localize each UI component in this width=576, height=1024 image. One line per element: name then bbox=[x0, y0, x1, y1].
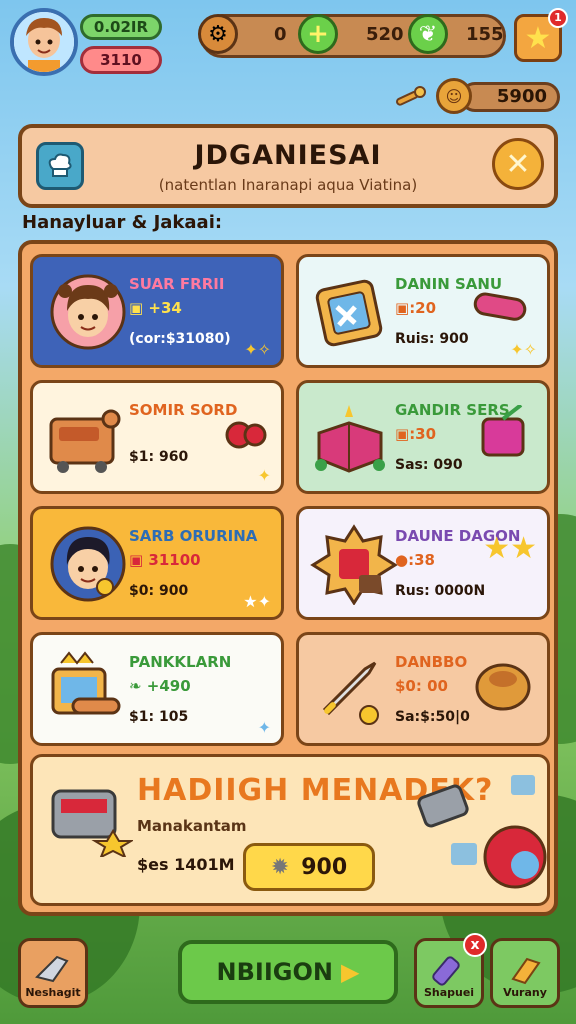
nav-shop-button[interactable]: Shapuei x bbox=[414, 933, 487, 1008]
cube-icon: ▣ bbox=[129, 551, 149, 569]
nav-left-label: Neshagit bbox=[25, 986, 81, 999]
nav-last-button[interactable]: Vurany bbox=[490, 938, 560, 1008]
card-stat: 34 bbox=[160, 299, 182, 317]
health-indicator: 3110 bbox=[80, 46, 162, 74]
gold-counter: 5900 bbox=[460, 82, 560, 112]
level-indicator: 0.02IR bbox=[80, 14, 162, 40]
tools-icon bbox=[417, 775, 547, 889]
chest-icon: ▣ + bbox=[129, 299, 161, 317]
card-stat: :38 bbox=[408, 551, 435, 569]
sparkle-icon: ✦✧ bbox=[244, 340, 271, 359]
card-stat: :20 bbox=[409, 299, 437, 317]
nav-left-button[interactable]: Neshagit bbox=[18, 938, 88, 1008]
character-portrait-icon bbox=[50, 274, 126, 350]
sparkle-icon: ✦ bbox=[257, 466, 271, 485]
card-stat: :30 bbox=[409, 425, 437, 443]
shop-card[interactable]: DAUNE DAGON ●:38 Rus: 0000N ★★ bbox=[296, 506, 550, 620]
resource-3-value: 155 bbox=[466, 24, 504, 45]
gift-box-icon bbox=[315, 405, 385, 473]
map-scroll-icon bbox=[51, 651, 121, 715]
pipe-icon bbox=[473, 292, 527, 321]
nav-shop-label: Shapuei bbox=[423, 986, 475, 999]
sparkle-icon: ✦✧ bbox=[510, 340, 537, 359]
play-arrow-icon: ▶ bbox=[340, 958, 360, 986]
add-resource-icon[interactable]: + bbox=[298, 14, 338, 54]
page-subtitle: (natentlan Inaranapi aqua Viatina) bbox=[158, 176, 418, 194]
resource-bar bbox=[200, 14, 506, 58]
sparkle-icon: ★✦ bbox=[243, 592, 271, 611]
featured-offer-card[interactable]: HADIIGH MENADEK? Manakantam $es 1401M ✹ … bbox=[30, 754, 550, 906]
card-title: SARB ORURINA bbox=[129, 527, 258, 545]
card-price: $0: 900 bbox=[129, 583, 189, 599]
shop-header: JDGANIESAI (natentlan Inaranapi aqua Via… bbox=[18, 124, 558, 208]
card-stat: $0: 00 bbox=[395, 677, 448, 695]
nav-shop-badge: x bbox=[463, 933, 487, 957]
section-label: Hanayluar & Jakaai: bbox=[22, 212, 223, 233]
close-icon: ✕ bbox=[505, 146, 531, 182]
card-price: Sas: 090 bbox=[395, 457, 463, 473]
player-avatar[interactable] bbox=[10, 8, 78, 76]
shop-card[interactable]: SUAR FRRII ▣ +34 (cor:$31080) ✦✧ bbox=[30, 254, 284, 368]
main-action-label: NBIIGON bbox=[216, 958, 333, 986]
card-stat-row: ❧ +490 bbox=[129, 677, 191, 695]
shop-card[interactable]: SARB ORURINA ▣ 31100 $0: 900 ★✦ bbox=[30, 506, 284, 620]
card-price: Ruis: 900 bbox=[395, 331, 469, 347]
shop-card[interactable]: PANKKLARN ❧ +490 $1: 105 ✦ bbox=[30, 632, 284, 746]
candy-icon bbox=[225, 421, 267, 449]
leaf-icon: ❦ bbox=[408, 14, 448, 54]
resource-2-value: 520 bbox=[366, 24, 404, 45]
box-icon: ▣ bbox=[395, 425, 410, 443]
gold-coin-icon: ☺ bbox=[436, 78, 472, 114]
featured-subtitle: Manakantam bbox=[137, 817, 247, 835]
pink-box-icon bbox=[481, 405, 525, 457]
card-stat-row: ▣ +34 bbox=[129, 299, 182, 317]
sword-icon bbox=[322, 661, 379, 725]
gem-icon: ✹ bbox=[270, 854, 290, 880]
page-title: JDGANIESAI bbox=[194, 140, 382, 171]
card-price: (cor:$31080) bbox=[129, 331, 231, 347]
card-title: PANKKLARN bbox=[129, 653, 232, 671]
character-portrait-icon bbox=[50, 526, 126, 602]
top-hud: 0.02IR 3110 ⚙ 0 + 520 ❦ 155 ★ 1 5900 ☺ bbox=[0, 0, 576, 120]
shop-card[interactable]: GANDIR SERS ▣:30 Sas: 090 bbox=[296, 380, 550, 494]
broom-icon bbox=[511, 957, 541, 985]
card-stat-row: ▣:20 bbox=[395, 299, 436, 317]
nav-last-label: Vurany bbox=[503, 986, 547, 999]
card-stat-row: ▣ 31100 bbox=[129, 551, 201, 569]
coin-icon: ● bbox=[395, 551, 409, 569]
featured-buy-value: 900 bbox=[301, 854, 348, 880]
sparkle-icon: ✦ bbox=[257, 718, 271, 737]
stars-icon: ★★ bbox=[483, 531, 537, 566]
main-action-button[interactable]: NBIIGON ▶ bbox=[178, 940, 398, 1004]
card-title: SUAR FRRII bbox=[129, 275, 225, 293]
featured-buy-button[interactable]: ✹ 900 bbox=[243, 843, 375, 891]
shop-card[interactable]: DANIN SANU ▣:20 Ruis: 900 ✦✧ bbox=[296, 254, 550, 368]
gear-coin-icon: ⚙ bbox=[198, 14, 238, 54]
toaster-icon bbox=[51, 789, 133, 857]
shop-card[interactable]: DANBBO $0: 00 Sa:$:50|0 bbox=[296, 632, 550, 746]
featured-price: $es 1401M bbox=[137, 855, 235, 874]
key-icon bbox=[396, 86, 426, 106]
card-title: DANBBO bbox=[395, 653, 468, 671]
notification-badge: 1 bbox=[548, 8, 568, 28]
marker-icon bbox=[432, 956, 460, 986]
paw-icon: ❧ + bbox=[129, 677, 160, 695]
card-stat-row: ●:38 bbox=[395, 551, 435, 569]
card-stat: 31100 bbox=[148, 551, 201, 569]
card-stat-row: ▣:30 bbox=[395, 425, 436, 443]
blueprint-icon bbox=[315, 279, 383, 347]
machine-icon bbox=[49, 409, 121, 473]
card-price: $1: 105 bbox=[129, 709, 189, 725]
resource-1-value: 0 bbox=[274, 24, 287, 45]
card-stat: 490 bbox=[159, 677, 191, 695]
box-icon: ▣ bbox=[395, 299, 410, 317]
shop-panel: SUAR FRRII ▣ +34 (cor:$31080) ✦✧ DANIN S… bbox=[18, 240, 558, 916]
hand-icon bbox=[35, 955, 69, 983]
card-price: Sa:$:50|0 bbox=[395, 709, 470, 725]
close-button[interactable]: ✕ bbox=[492, 138, 544, 190]
card-price: $1: 960 bbox=[129, 449, 189, 465]
shop-card[interactable]: SOMIR SORD $1: 960 ✦ bbox=[30, 380, 284, 494]
badge-icon bbox=[310, 524, 398, 605]
pot-icon bbox=[475, 663, 531, 711]
